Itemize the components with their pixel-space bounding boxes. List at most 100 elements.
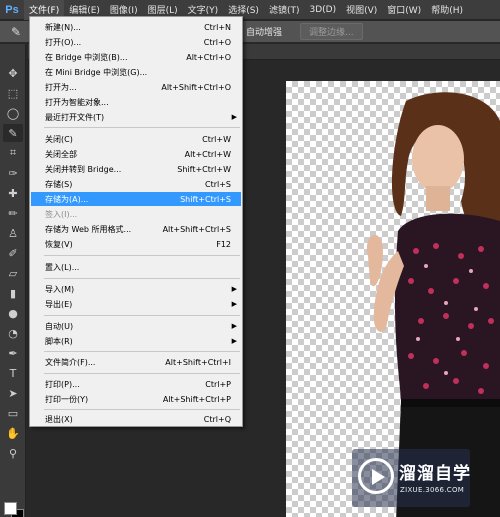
submenu-arrow-icon: ▶ [231,285,237,293]
menu-item-label: 打印一份(Y) [45,394,89,404]
quick-selection-tool-icon[interactable]: ✎ [3,124,23,142]
gradient-tool-icon[interactable]: ▮ [3,284,23,302]
move-tool-icon[interactable]: ✥ [3,64,23,82]
menu-item-check-in: 签入(I)... [31,207,241,221]
zoom-tool-icon[interactable]: ⚲ [3,444,23,462]
menu-item-label: 存储为 Web 所用格式... [45,224,132,234]
menu-separator [44,278,240,279]
menu-item-shortcut: Ctrl+P [205,379,231,389]
menu-item-file-info[interactable]: 文件简介(F)... Alt+Shift+Ctrl+I [31,355,241,369]
menu-item-close-go-bridge[interactable]: 关闭并转到 Bridge... Shift+Ctrl+W [31,162,241,176]
menu-item-label: 打开(O)... [45,37,82,47]
menu-item-export[interactable]: 导出(E) ▶ [31,297,241,311]
menu-separator [44,351,240,352]
menu-item-open-as[interactable]: 打开为... Alt+Shift+Ctrl+O [31,80,241,94]
menu-item-shortcut: Alt+Shift+Ctrl+P [162,394,231,404]
menu-item-import[interactable]: 导入(M) ▶ [31,282,241,296]
play-logo-icon [358,458,394,494]
menu-view[interactable]: 视图(V) [341,0,382,20]
menu-help[interactable]: 帮助(H) [426,0,468,20]
quick-selection-tool-icon[interactable]: ✎ [8,24,24,40]
menu-item-save[interactable]: 存储(S) Ctrl+S [31,177,241,191]
menu-item-print-one-copy[interactable]: 打印一份(Y) Alt+Shift+Ctrl+P [31,392,241,406]
auto-enhance-label[interactable]: 自动增强 [246,25,282,38]
menu-item-label: 导出(E) [45,299,73,309]
blur-tool-icon[interactable]: ● [3,304,23,322]
menu-item-automate[interactable]: 自动(U) ▶ [31,319,241,333]
menu-item-browse-bridge[interactable]: 在 Bridge 中浏览(B)... Alt+Ctrl+O [31,50,241,64]
menu-item-shortcut: Alt+Ctrl+O [186,52,231,62]
menu-item-shortcut: F12 [216,239,231,249]
menu-item-close[interactable]: 关闭(C) Ctrl+W [31,132,241,146]
photoshop-logo: Ps [5,3,19,16]
menu-item-open[interactable]: 打开(O)... Ctrl+O [31,35,241,49]
menu-item-label: 自动(U) [45,321,74,331]
menu-separator [44,127,240,128]
pen-tool-icon[interactable]: ✒ [3,344,23,362]
menu-item-recent-files[interactable]: 最近打开文件(T) ▶ [31,110,241,124]
menu-item-shortcut: Ctrl+S [204,179,231,189]
watermark: 溜溜自学 ZIXUE.3066.COM [352,449,470,507]
menu-item-label: 退出(X) [45,414,73,424]
menu-item-label: 打开为... [45,82,77,92]
menu-item-label: 在 Mini Bridge 中浏览(G)... [45,67,148,77]
lasso-tool-icon[interactable]: ◯ [3,104,23,122]
menu-separator [44,409,240,410]
menu-separator [44,255,240,256]
dodge-tool-icon[interactable]: ◔ [3,324,23,342]
menu-item-label: 导入(M) [45,284,75,294]
menu-window[interactable]: 窗口(W) [382,0,426,20]
crop-tool-icon[interactable]: ⌗ [3,144,23,162]
brush-tool-icon[interactable]: ✏ [3,204,23,222]
menu-item-revert[interactable]: 恢复(V) F12 [31,237,241,251]
submenu-arrow-icon: ▶ [231,322,237,330]
submenu-arrow-icon: ▶ [231,300,237,308]
foreground-color-swatch[interactable] [4,502,17,515]
submenu-arrow-icon: ▶ [231,113,237,121]
menu-item-label: 文件简介(F)... [45,357,96,367]
menu-item-scripts[interactable]: 脚本(R) ▶ [31,334,241,348]
menu-item-label: 存储为(A)... [45,194,89,204]
watermark-name: 溜溜自学 [399,464,471,484]
menu-item-exit[interactable]: 退出(X) Ctrl+Q [31,412,241,426]
eraser-tool-icon[interactable]: ▱ [3,264,23,282]
menu-item-shortcut: Ctrl+O [203,37,231,47]
healing-brush-tool-icon[interactable]: ✚ [3,184,23,202]
menu-item-close-all[interactable]: 关闭全部 Alt+Ctrl+W [31,147,241,161]
menu-item-label: 存储(S) [45,179,73,189]
menu-item-label: 脚本(R) [45,336,73,346]
menu-3d[interactable]: 3D(D) [304,0,341,20]
type-tool-icon[interactable]: T [3,364,23,382]
menu-item-shortcut: Ctrl+N [204,22,231,32]
menu-item-shortcut: Alt+Ctrl+W [184,149,231,159]
menu-item-label: 关闭全部 [45,149,77,159]
path-selection-tool-icon[interactable]: ➤ [3,384,23,402]
menu-item-label: 新建(N)... [45,22,81,32]
eyedropper-tool-icon[interactable]: ✑ [3,164,23,182]
history-brush-tool-icon[interactable]: ✐ [3,244,23,262]
menu-item-label: 关闭并转到 Bridge... [45,164,122,174]
menu-separator [44,373,240,374]
clone-stamp-tool-icon[interactable]: ♙ [3,224,23,242]
menu-item-print[interactable]: 打印(P)... Ctrl+P [31,377,241,391]
menu-item-open-smart-object[interactable]: 打开为智能对象... [31,95,241,109]
menu-item-browse-mini-bridge[interactable]: 在 Mini Bridge 中浏览(G)... [31,65,241,79]
marquee-tool-icon[interactable]: ⬚ [3,84,23,102]
refine-edge-button[interactable]: 调整边缘... [300,23,363,40]
menu-item-label: 在 Bridge 中浏览(B)... [45,52,128,62]
menu-item-place[interactable]: 置入(L)... [31,260,241,274]
menu-item-label: 打开为智能对象... [45,97,109,107]
menu-item-shortcut: Alt+Shift+Ctrl+S [162,224,231,234]
menu-item-label: 最近打开文件(T) [45,112,105,122]
hand-tool-icon[interactable]: ✋ [3,424,23,442]
rectangle-tool-icon[interactable]: ▭ [3,404,23,422]
menu-item-new[interactable]: 新建(N)... Ctrl+N [31,20,241,34]
toolbox: ✥ ⬚ ◯ ✎ ⌗ ✑ ✚ ✏ ♙ ✐ ▱ ▮ ● ◔ ✒ T ➤ ▭ ✋ ⚲ [0,44,26,517]
menu-item-shortcut: Ctrl+W [202,134,231,144]
file-menu-dropdown: 新建(N)... Ctrl+N 打开(O)... Ctrl+O 在 Bridge 中… [29,16,243,427]
menu-item-save-as[interactable]: 存储为(A)... Shift+Ctrl+S [31,192,241,206]
menu-item-label: 打印(P)... [45,379,80,389]
menu-separator [44,315,240,316]
menu-item-save-for-web[interactable]: 存储为 Web 所用格式... Alt+Shift+Ctrl+S [31,222,241,236]
menu-filter[interactable]: 滤镜(T) [264,0,305,20]
